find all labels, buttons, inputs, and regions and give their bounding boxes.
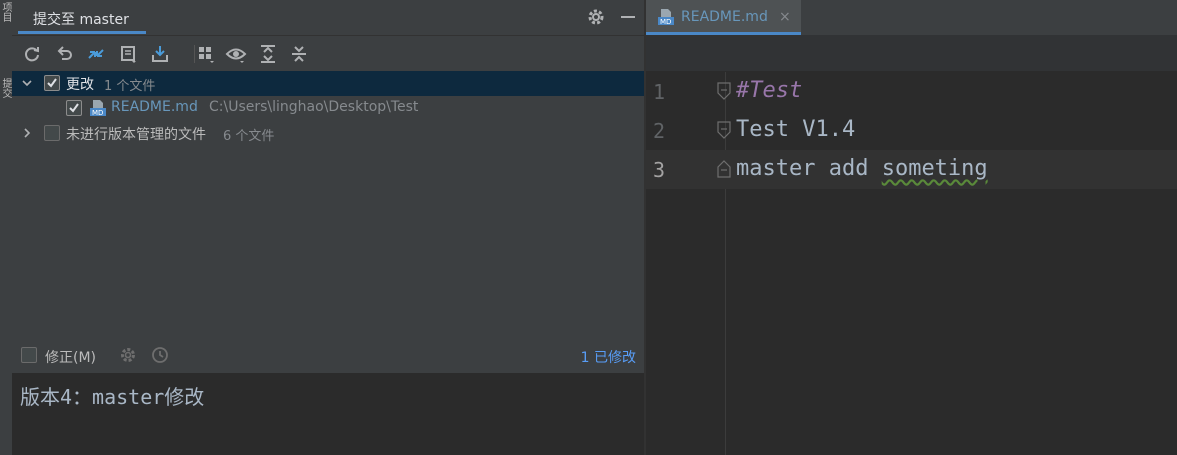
line-number: 1: [653, 80, 666, 104]
markdown-file-icon: MD: [657, 8, 675, 26]
file-path: C:\Users\linghao\Desktop\Test: [209, 99, 419, 115]
group-by-icon[interactable]: [195, 43, 217, 65]
commit-options-bar: 修正(M) 1 已修改: [12, 341, 644, 373]
editor-area: MD README.md × 1 #Test 2 Test V1.4 3 mas…: [646, 0, 1177, 455]
close-icon[interactable]: ×: [779, 9, 791, 25]
code-line[interactable]: 2 Test V1.4: [646, 111, 1177, 150]
active-tab-indicator: [18, 31, 146, 34]
svg-text:MD: MD: [92, 109, 103, 117]
tool-tab-commit[interactable]: 提交: [0, 78, 11, 98]
fold-marker-icon[interactable]: [717, 120, 731, 140]
chevron-down-icon[interactable]: [21, 77, 33, 89]
tool-tab-project[interactable]: 项目: [0, 2, 11, 22]
fold-marker-icon[interactable]: [717, 159, 731, 179]
editor-breadcrumbs: [646, 35, 1177, 71]
minimize-icon[interactable]: [618, 7, 638, 27]
changes-count: 1 个文件: [104, 79, 156, 94]
editor-tab-bar: MD README.md ×: [646, 0, 1177, 35]
amend-label[interactable]: 修正(M): [45, 347, 96, 367]
tree-row-file[interactable]: MD README.md C:\Users\linghao\Desktop\Te…: [12, 96, 644, 121]
code-text: #Test: [736, 78, 803, 103]
commit-panel-header: 提交至 master: [12, 0, 644, 36]
unversioned-label: 未进行版本管理的文件: [66, 127, 206, 143]
rollback-icon[interactable]: [54, 43, 76, 65]
tab-label: README.md: [681, 9, 768, 25]
tree-row-unversioned[interactable]: 未进行版本管理的文件 6 个文件: [12, 121, 644, 146]
chevron-right-icon[interactable]: [21, 127, 33, 139]
changes-checkbox[interactable]: [44, 75, 60, 91]
fold-marker-icon[interactable]: [717, 81, 731, 101]
history-clock-icon[interactable]: [151, 346, 169, 364]
code-text-plain: master add: [736, 156, 882, 181]
preview-eye-icon[interactable]: [225, 43, 247, 65]
modified-count-link[interactable]: 1 已修改: [581, 347, 636, 367]
panel-title: 提交至 master: [33, 12, 129, 28]
compare-arrows-icon[interactable]: [85, 43, 107, 65]
commit-message-input[interactable]: 版本4：master修改: [12, 373, 644, 455]
line-number: 3: [653, 158, 666, 182]
file-checkbox[interactable]: [66, 100, 82, 116]
tree-row-changes[interactable]: 更改 1 个文件: [12, 71, 644, 96]
commit-message-text[interactable]: 版本4：master修改: [20, 381, 204, 410]
file-name: README.md: [111, 99, 198, 115]
commit-toolbar: [12, 36, 644, 70]
code-text-typo: someting: [881, 156, 988, 181]
unversioned-checkbox[interactable]: [44, 125, 60, 141]
changes-tree: 更改 1 个文件 MD README.md C:\Users\linghao\D…: [12, 71, 644, 341]
shelve-icon[interactable]: [149, 43, 171, 65]
code-line-current[interactable]: 3 master add someting: [646, 150, 1177, 189]
collapse-all-icon[interactable]: [288, 43, 310, 65]
line-number: 2: [653, 119, 666, 143]
gear-icon[interactable]: [586, 7, 606, 27]
code-text: Test V1.4: [736, 117, 856, 142]
code-text: master add someting: [736, 156, 988, 181]
commit-panel: 提交至 master 更改 1 个文件 MD README.md C:\User…: [12, 0, 644, 455]
refresh-icon[interactable]: [21, 43, 43, 65]
show-diff-icon[interactable]: [118, 43, 140, 65]
amend-checkbox[interactable]: [21, 347, 37, 363]
code-line[interactable]: 1 #Test: [646, 72, 1177, 111]
settings-gear-icon[interactable]: [119, 346, 137, 364]
changes-label: 更改: [66, 77, 94, 93]
svg-text:MD: MD: [660, 18, 671, 26]
editor-tab-readme[interactable]: MD README.md ×: [646, 0, 801, 35]
markdown-file-icon: MD: [89, 99, 107, 117]
unversioned-count: 6 个文件: [223, 129, 275, 144]
expand-all-icon[interactable]: [257, 43, 279, 65]
